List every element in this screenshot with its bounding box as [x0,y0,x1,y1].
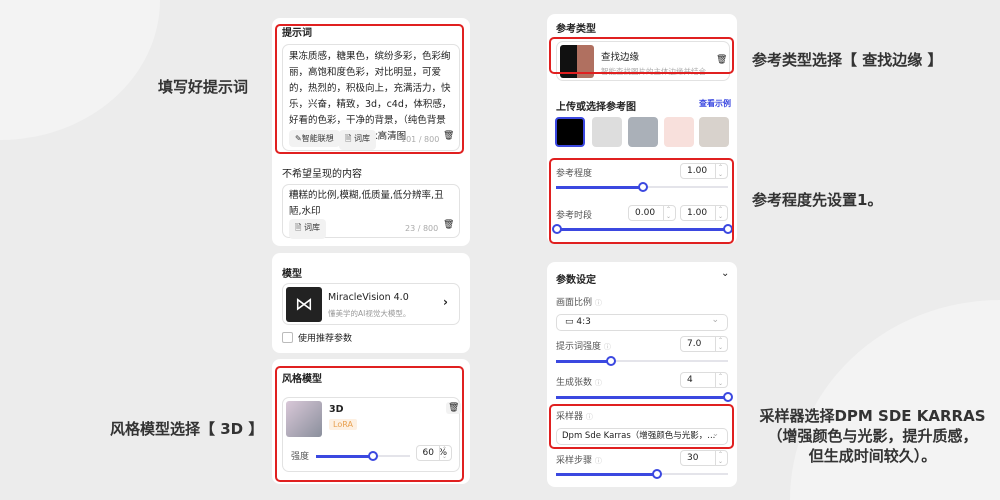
model-title: 模型 [282,269,302,280]
count-label: 生成张数 ⓘ [556,375,602,388]
annotation-prompt: 填写好提示词 [158,78,249,96]
chevron-down-icon[interactable]: ⌄ [721,268,729,279]
slider-handle[interactable] [723,392,733,402]
annotation-line: 采样器选择DPM SDE KARRAS [759,407,986,425]
steps-label-text: 采样步骤 [556,456,593,466]
cfg-label-text: 提示词强度 [556,342,602,352]
params-panel: 参数设定 ⌄ 画面比例 ⓘ ▭ 4:3 提示词强度 ⓘ 7.0 生成张数 ⓘ 4… [547,262,737,487]
decor-circle [0,0,160,140]
ratio-value: 4:3 [576,317,591,327]
upload-title: 上传或选择参考图 [556,102,636,113]
slider-fill [556,472,656,476]
annotation-line: （增强颜色与光影，提升质感， [767,427,978,445]
help-icon: ⓘ [594,457,602,465]
cfg-slider[interactable] [556,356,728,366]
slider-fill [556,359,612,363]
highlight-box [275,24,464,154]
ratio-select[interactable]: ▭ 4:3 [556,313,728,331]
slider-handle[interactable] [606,356,616,366]
recommend-checkbox[interactable] [282,332,293,343]
count-input[interactable]: 4 [680,372,728,388]
count-slider[interactable] [556,392,733,402]
count-label-text: 生成张数 [556,378,593,388]
lexicon-label: 词库 [303,223,320,232]
annotation-style: 风格模型选择【 3D 】 [110,420,264,438]
reference-image[interactable] [628,117,658,147]
reference-image-selected[interactable] [555,117,585,147]
annotation-ref-degree: 参考程度先设置1。 [752,191,883,209]
annotation-sampler: 采样器选择DPM SDE KARRAS （增强颜色与光影，提升质感， 但生成时间… [750,406,995,466]
ref-type-title: 参考类型 [556,24,596,35]
ratio-label-text: 画面比例 [556,298,593,308]
ratio-label: 画面比例 ⓘ [556,295,602,308]
highlight-box [549,404,734,449]
reference-image[interactable] [592,117,622,147]
help-icon: ⓘ [594,379,602,387]
slider-fill [556,395,728,399]
cfg-label: 提示词强度 ⓘ [556,339,611,352]
trash-icon[interactable]: 🗑 [443,220,454,230]
chevron-right-icon: › [443,295,448,309]
reference-image[interactable] [664,117,694,147]
negative-title: 不希望呈现的内容 [282,169,362,180]
view-example-link[interactable]: 查看示例 [699,98,731,109]
help-icon: ⓘ [594,299,602,307]
char-count: 23 / 800 [405,224,439,233]
steps-label: 采样步骤 ⓘ [556,453,602,466]
cfg-input[interactable]: 7.0 [680,336,728,352]
highlight-box [549,37,734,74]
negative-input[interactable]: 糟糕的比例,模糊,低质量,低分辨率,丑陋,水印 🗎 词库 23 / 800 🗑 [282,184,460,239]
model-logo: ⋈ [286,287,322,322]
model-panel: 模型 ⋈ MiracleVision 4.0 懂美学的AI视觉大模型。 › 使用… [272,253,470,353]
highlight-box [275,366,464,482]
annotation-line: 但生成时间较久）。 [808,447,937,465]
model-desc: 懂美学的AI视觉大模型。 [328,309,411,318]
lexicon-button[interactable]: 🗎 词库 [289,219,326,239]
decor-circle [790,300,1000,500]
model-card[interactable]: ⋈ MiracleVision 4.0 懂美学的AI视觉大模型。 › [282,283,460,325]
params-title: 参数设定 [556,275,596,286]
model-name: MiracleVision 4.0 [328,292,409,303]
negative-text: 糟糕的比例,模糊,低质量,低分辨率,丑陋,水印 [289,190,444,217]
reference-image[interactable] [699,117,729,147]
annotation-ref-type: 参考类型选择【 查找边缘 】 [752,51,943,69]
steps-input[interactable]: 30 [680,450,728,466]
slider-handle[interactable] [652,469,662,479]
highlight-box [549,158,734,244]
help-icon: ⓘ [603,343,611,351]
recommend-label: 使用推荐参数 [298,334,353,344]
steps-slider[interactable] [556,469,728,479]
